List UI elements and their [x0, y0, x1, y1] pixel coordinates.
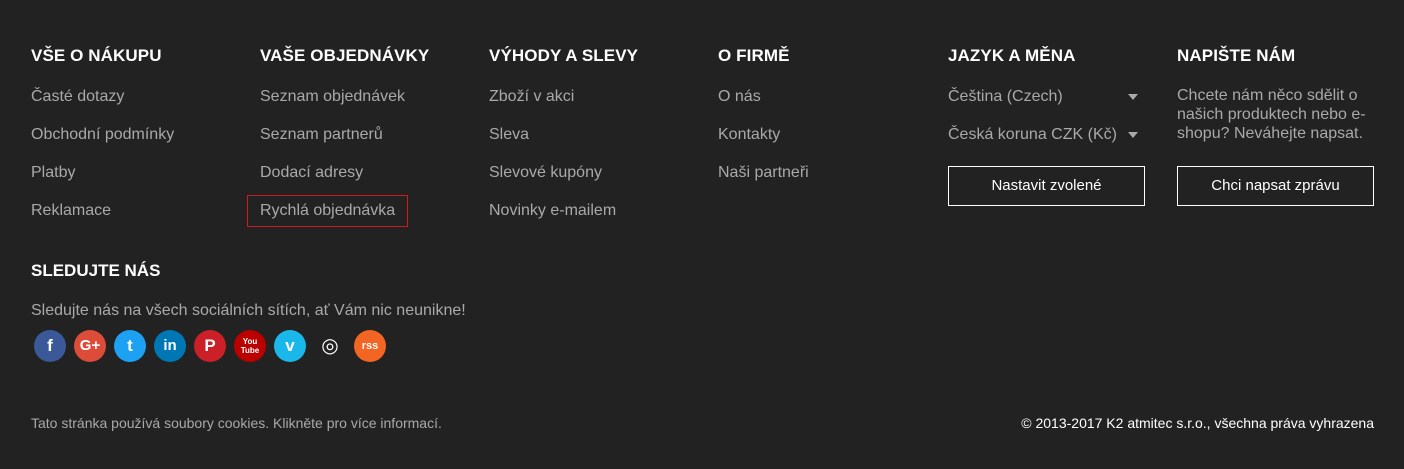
chevron-down-icon	[1128, 132, 1138, 138]
social-section: SLEDUJTE NÁS Sledujte nás na všech sociá…	[31, 261, 466, 319]
column-title: VÝHODY A SLEVY	[489, 46, 639, 65]
apply-locale-button[interactable]: Nastavit zvolené	[948, 166, 1145, 206]
language-select[interactable]: Čeština (Czech)	[948, 87, 1138, 107]
column-title: VAŠE OBJEDNÁVKY	[260, 46, 430, 65]
footer-column-contact: NAPIŠTE NÁM Chcete nám něco sdělit o naš…	[1177, 46, 1374, 206]
rss-icon[interactable]: rss	[354, 330, 386, 362]
link-terms[interactable]: Obchodní podmínky	[31, 125, 174, 145]
footer-column-shopping: VŠE O NÁKUPU Časté dotazy Obchodní podmí…	[31, 46, 174, 219]
vimeo-icon[interactable]: v	[274, 330, 306, 362]
chevron-down-icon	[1128, 94, 1138, 100]
footer-column-orders: VAŠE OBJEDNÁVKY Seznam objednávek Seznam…	[246, 46, 430, 227]
link-order-list[interactable]: Seznam objednávek	[260, 87, 405, 107]
link-about[interactable]: O nás	[718, 87, 761, 107]
twitter-icon[interactable]: t	[114, 330, 146, 362]
footer-column-locale: JAZYK A MĚNA Čeština (Czech) Česká korun…	[948, 46, 1145, 206]
link-quick-order[interactable]: Rychlá objednávka	[246, 195, 409, 227]
link-faq[interactable]: Časté dotazy	[31, 87, 124, 107]
footer-column-company: O FIRMĚ O nás Kontakty Naši partneři	[718, 46, 809, 181]
link-delivery-addresses[interactable]: Dodací adresy	[260, 163, 363, 183]
link-payments[interactable]: Platby	[31, 163, 75, 183]
footer-column-discounts: VÝHODY A SLEVY Zboží v akci Sleva Slevov…	[489, 46, 639, 219]
link-discount[interactable]: Sleva	[489, 125, 529, 145]
youtube-icon[interactable]: You Tube	[234, 330, 266, 362]
linkedin-icon[interactable]: in	[154, 330, 186, 362]
column-title: O FIRMĚ	[718, 46, 790, 65]
google-plus-icon[interactable]: G+	[74, 330, 106, 362]
language-value: Čeština (Czech)	[948, 88, 1063, 105]
link-complaints[interactable]: Reklamace	[31, 201, 111, 221]
column-title: NAPIŠTE NÁM	[1177, 46, 1296, 65]
link-partners[interactable]: Naši partneři	[718, 163, 809, 183]
link-newsletter[interactable]: Novinky e-mailem	[489, 201, 616, 221]
pinterest-icon[interactable]: P	[194, 330, 226, 362]
facebook-icon[interactable]: f	[34, 330, 66, 362]
link-sale-items[interactable]: Zboží v akci	[489, 87, 574, 107]
link-partner-list[interactable]: Seznam partnerů	[260, 125, 383, 145]
write-message-button[interactable]: Chci napsat zprávu	[1177, 166, 1374, 206]
social-title: SLEDUJTE NÁS	[31, 261, 161, 280]
contact-description: Chcete nám něco sdělit o našich produkte…	[1177, 87, 1366, 142]
column-title: JAZYK A MĚNA	[948, 46, 1076, 65]
column-title: VŠE O NÁKUPU	[31, 46, 162, 65]
currency-value: Česká koruna CZK (Kč)	[948, 126, 1117, 143]
link-coupons[interactable]: Slevové kupóny	[489, 163, 602, 183]
cookies-notice[interactable]: Tato stránka používá soubory cookies. Kl…	[31, 415, 442, 431]
currency-select[interactable]: Česká koruna CZK (Kč)	[948, 125, 1138, 145]
social-text: Sledujte nás na všech sociálních sítích,…	[31, 302, 466, 319]
link-contacts[interactable]: Kontakty	[718, 125, 780, 145]
instagram-icon[interactable]: ◎	[314, 330, 346, 362]
copyright: © 2013-2017 K2 atmitec s.r.o., všechna p…	[1021, 415, 1374, 431]
